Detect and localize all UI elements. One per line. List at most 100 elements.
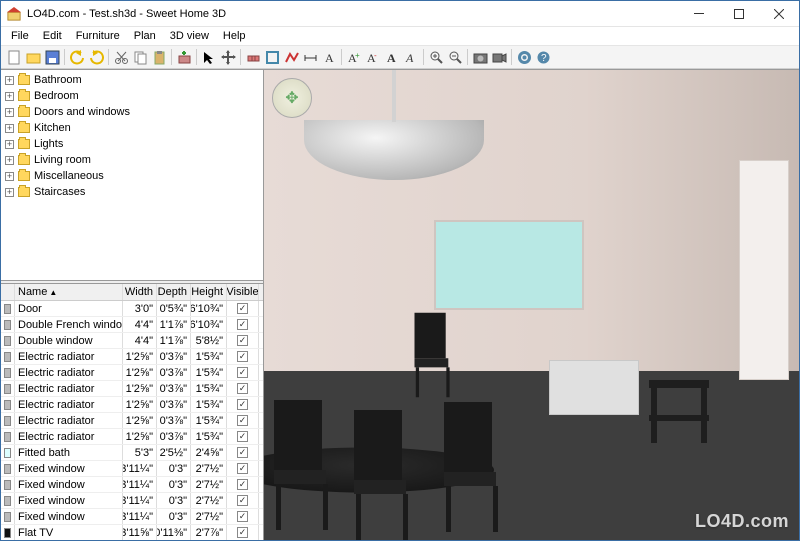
- zoom-out-icon[interactable]: [446, 48, 464, 66]
- table-row[interactable]: Door3'0"0'5¾"6'10¾": [1, 301, 263, 317]
- menu-edit[interactable]: Edit: [37, 28, 68, 44]
- table-row[interactable]: Electric radiator1'2⅝"0'3⅞"1'5¾": [1, 381, 263, 397]
- visibility-checkbox[interactable]: [237, 527, 248, 538]
- increase-text-icon[interactable]: A+: [345, 48, 363, 66]
- save-icon[interactable]: [43, 48, 61, 66]
- visibility-checkbox[interactable]: [237, 415, 248, 426]
- row-visible[interactable]: [227, 461, 259, 476]
- visibility-checkbox[interactable]: [237, 479, 248, 490]
- visibility-checkbox[interactable]: [237, 511, 248, 522]
- col-height-header[interactable]: Height: [191, 284, 227, 300]
- furniture-catalog[interactable]: +Bathroom+Bedroom+Doors and windows+Kitc…: [1, 70, 263, 280]
- row-visible[interactable]: [227, 365, 259, 380]
- row-visible[interactable]: [227, 509, 259, 524]
- italic-icon[interactable]: A: [402, 48, 420, 66]
- catalog-category-kitchen[interactable]: +Kitchen: [5, 120, 263, 136]
- expand-icon[interactable]: +: [5, 156, 14, 165]
- catalog-category-miscellaneous[interactable]: +Miscellaneous: [5, 168, 263, 184]
- table-row[interactable]: Double French window4'4"1'1⅞"6'10¾": [1, 317, 263, 333]
- row-visible[interactable]: [227, 525, 259, 540]
- visibility-checkbox[interactable]: [237, 495, 248, 506]
- row-visible[interactable]: [227, 413, 259, 428]
- table-row[interactable]: Electric radiator1'2⅝"0'3⅞"1'5¾": [1, 349, 263, 365]
- expand-icon[interactable]: +: [5, 108, 14, 117]
- table-row[interactable]: Fixed window3'11¼"0'3"2'7½": [1, 477, 263, 493]
- open-icon[interactable]: [24, 48, 42, 66]
- paste-icon[interactable]: [150, 48, 168, 66]
- menu-plan[interactable]: Plan: [128, 28, 162, 44]
- view-navigation-gizmo[interactable]: ✥: [272, 78, 312, 118]
- col-visible-header[interactable]: Visible: [227, 284, 259, 300]
- row-visible[interactable]: [227, 317, 259, 332]
- visibility-checkbox[interactable]: [237, 351, 248, 362]
- catalog-category-bathroom[interactable]: +Bathroom: [5, 72, 263, 88]
- row-visible[interactable]: [227, 429, 259, 444]
- create-dimensions-icon[interactable]: [301, 48, 319, 66]
- maximize-button[interactable]: [719, 1, 759, 27]
- col-width-header[interactable]: Width: [123, 284, 157, 300]
- row-visible[interactable]: [227, 301, 259, 316]
- help-icon[interactable]: ?: [534, 48, 552, 66]
- table-row[interactable]: Electric radiator1'2⅝"0'3⅞"1'5¾": [1, 413, 263, 429]
- expand-icon[interactable]: +: [5, 124, 14, 133]
- bold-icon[interactable]: A: [383, 48, 401, 66]
- table-row[interactable]: Electric radiator1'2⅝"0'3⅞"1'5¾": [1, 429, 263, 445]
- table-row[interactable]: Electric radiator1'2⅝"0'3⅞"1'5¾": [1, 397, 263, 413]
- expand-icon[interactable]: +: [5, 140, 14, 149]
- catalog-category-staircases[interactable]: +Staircases: [5, 184, 263, 200]
- table-row[interactable]: Fitted bath5'3"2'5½"2'4⅝": [1, 445, 263, 461]
- table-row[interactable]: Fixed window3'11¼"0'3"2'7½": [1, 461, 263, 477]
- row-visible[interactable]: [227, 381, 259, 396]
- cut-icon[interactable]: [112, 48, 130, 66]
- visibility-checkbox[interactable]: [237, 367, 248, 378]
- catalog-category-lights[interactable]: +Lights: [5, 136, 263, 152]
- table-row[interactable]: Double window4'4"1'1⅞"5'8½": [1, 333, 263, 349]
- visibility-checkbox[interactable]: [237, 399, 248, 410]
- new-icon[interactable]: [5, 48, 23, 66]
- table-row[interactable]: Electric radiator1'2⅝"0'3⅞"1'5¾": [1, 365, 263, 381]
- table-row[interactable]: Fixed window3'11¼"0'3"2'7½": [1, 509, 263, 525]
- select-icon[interactable]: [200, 48, 218, 66]
- furniture-list[interactable]: Name▲ Width Depth Height Visible Door3'0…: [1, 284, 263, 540]
- visibility-checkbox[interactable]: [237, 319, 248, 330]
- expand-icon[interactable]: +: [5, 92, 14, 101]
- visibility-checkbox[interactable]: [237, 431, 248, 442]
- menu-3d-view[interactable]: 3D view: [164, 28, 215, 44]
- visibility-checkbox[interactable]: [237, 383, 248, 394]
- add-furniture-icon[interactable]: [175, 48, 193, 66]
- create-text-icon[interactable]: A: [320, 48, 338, 66]
- expand-icon[interactable]: +: [5, 76, 14, 85]
- catalog-category-living-room[interactable]: +Living room: [5, 152, 263, 168]
- expand-icon[interactable]: +: [5, 188, 14, 197]
- create-video-icon[interactable]: [490, 48, 508, 66]
- visibility-checkbox[interactable]: [237, 447, 248, 458]
- take-photo-icon[interactable]: [471, 48, 489, 66]
- col-name-header[interactable]: Name▲: [15, 284, 123, 300]
- row-visible[interactable]: [227, 397, 259, 412]
- col-depth-header[interactable]: Depth: [157, 284, 191, 300]
- visibility-checkbox[interactable]: [237, 335, 248, 346]
- menu-furniture[interactable]: Furniture: [70, 28, 126, 44]
- 3d-view[interactable]: ✥ LO4D.com: [264, 70, 799, 540]
- undo-icon[interactable]: [68, 48, 86, 66]
- row-visible[interactable]: [227, 333, 259, 348]
- catalog-category-bedroom[interactable]: +Bedroom: [5, 88, 263, 104]
- zoom-in-icon[interactable]: [427, 48, 445, 66]
- create-polylines-icon[interactable]: [282, 48, 300, 66]
- minimize-button[interactable]: [679, 1, 719, 27]
- table-row[interactable]: Flat TV3'11⅝"0'11⅜"2'7⅞": [1, 525, 263, 540]
- row-visible[interactable]: [227, 477, 259, 492]
- row-visible[interactable]: [227, 493, 259, 508]
- catalog-category-doors-and-windows[interactable]: +Doors and windows: [5, 104, 263, 120]
- menu-help[interactable]: Help: [217, 28, 252, 44]
- menu-file[interactable]: File: [5, 28, 35, 44]
- col-icon-header[interactable]: [1, 284, 15, 300]
- preferences-icon[interactable]: [515, 48, 533, 66]
- create-walls-icon[interactable]: [244, 48, 262, 66]
- close-button[interactable]: [759, 1, 799, 27]
- create-rooms-icon[interactable]: [263, 48, 281, 66]
- row-visible[interactable]: [227, 445, 259, 460]
- pan-icon[interactable]: [219, 48, 237, 66]
- visibility-checkbox[interactable]: [237, 303, 248, 314]
- table-row[interactable]: Fixed window3'11¼"0'3"2'7½": [1, 493, 263, 509]
